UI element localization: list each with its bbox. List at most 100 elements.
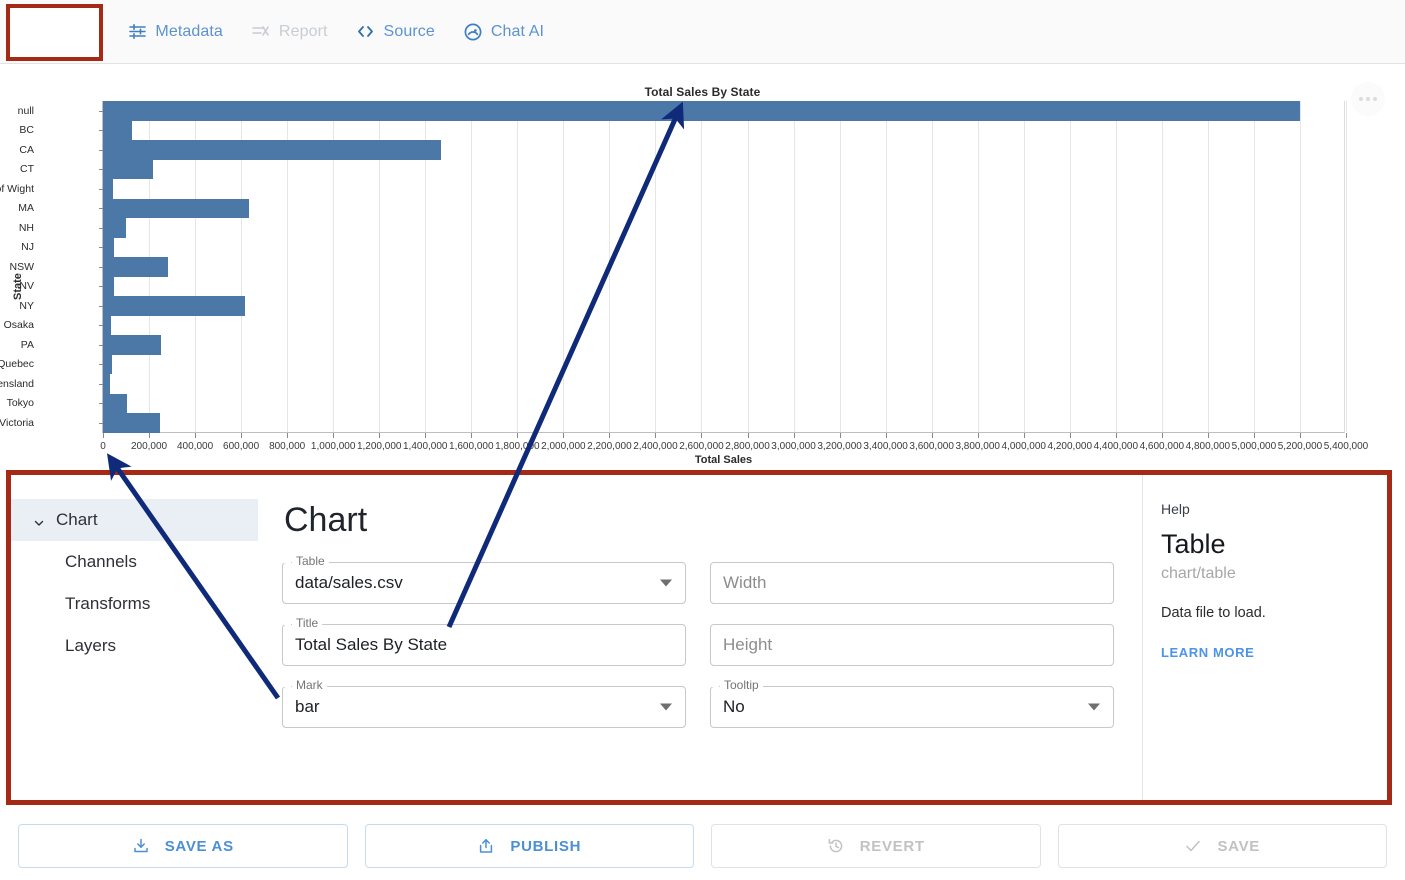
chevron-down-icon[interactable] bbox=[660, 579, 672, 587]
tab-metadata[interactable]: Metadata bbox=[114, 11, 236, 53]
chart-x-tick-label: 2,600,000 bbox=[679, 441, 724, 452]
metadata-icon bbox=[127, 22, 147, 42]
chart-gridline bbox=[655, 101, 657, 432]
upload-icon bbox=[477, 837, 495, 855]
chart-title: Total Sales By State bbox=[644, 85, 761, 99]
table-field[interactable]: Table data/sales.csv bbox=[282, 554, 686, 604]
chart-y-tick-label: CA bbox=[19, 143, 34, 156]
chart-x-tick-label: 200,000 bbox=[130, 441, 168, 452]
sidebar-item-layers-label: Layers bbox=[65, 636, 117, 655]
save-button[interactable]: SAVE bbox=[1057, 824, 1387, 868]
chart-bar bbox=[103, 198, 250, 219]
chart-y-tick-label: NSW bbox=[9, 260, 35, 273]
tab-chat-ai[interactable]: Chat AI bbox=[450, 11, 557, 53]
chart-bar bbox=[103, 296, 246, 316]
save-as-button[interactable]: SAVE AS bbox=[18, 824, 348, 868]
chart-y-tick-label: BC bbox=[19, 124, 34, 137]
chart-bar bbox=[103, 237, 115, 258]
publish-label: PUBLISH bbox=[510, 837, 582, 855]
chart-x-tick bbox=[563, 433, 565, 438]
title-field-value: Total Sales By State bbox=[295, 635, 448, 654]
revert-button[interactable]: REVERT bbox=[711, 824, 1041, 868]
chart-y-tick-label: Tokyo bbox=[6, 397, 34, 410]
chart-bar-fill bbox=[103, 257, 169, 277]
chart-x-tick bbox=[839, 433, 841, 438]
chart-canvas: Total Sales By State State 0 200,000 400,0… bbox=[0, 64, 1405, 470]
chart-bar-fill bbox=[103, 218, 127, 238]
chart-x-tick bbox=[1253, 433, 1255, 438]
chart-gridline bbox=[1115, 101, 1117, 432]
chart-x-tick-label: 4,600,000 bbox=[1139, 441, 1185, 452]
width-field-placeholder: Width bbox=[723, 573, 767, 592]
chart-x-tick-label: 0 bbox=[100, 441, 106, 452]
more-options-icon[interactable] bbox=[1351, 82, 1385, 116]
chart-y-tick bbox=[99, 403, 103, 405]
code-icon bbox=[356, 22, 376, 42]
chart-bar bbox=[103, 140, 442, 160]
check-icon bbox=[1184, 837, 1202, 855]
tooltip-field[interactable]: Tooltip No bbox=[710, 678, 1114, 728]
chevron-down-icon[interactable] bbox=[660, 703, 672, 711]
chart-bar-fill bbox=[103, 101, 1300, 121]
chart-x-tick-label: 4,200,000 bbox=[1047, 441, 1093, 452]
chart-x-tick-label: 2,400,000 bbox=[633, 441, 678, 452]
chart-x-tick-label: 2,000,000 bbox=[541, 441, 586, 452]
chart-y-tick-label: Osaka bbox=[3, 319, 34, 332]
chevron-down-icon[interactable] bbox=[1088, 703, 1100, 711]
chart-gridline bbox=[563, 101, 565, 432]
sidebar-item-layers[interactable]: Layers bbox=[11, 625, 258, 667]
tab-metadata-label: Metadata bbox=[155, 22, 223, 40]
tab-report[interactable]: Report bbox=[238, 11, 341, 53]
report-icon bbox=[251, 22, 271, 42]
chart-gridline bbox=[1346, 101, 1347, 432]
chart-gridline bbox=[517, 101, 519, 432]
chart-x-tick-label: 600,000 bbox=[223, 441, 260, 452]
chart-y-tick-label: MA bbox=[18, 202, 34, 215]
chart-y-tick bbox=[99, 325, 103, 327]
chart-x-tick bbox=[793, 433, 795, 438]
chart-y-tick bbox=[99, 110, 103, 112]
top-tab-bar: Editor Metadata bbox=[0, 0, 1405, 64]
sidebar-item-transforms[interactable]: Transforms bbox=[11, 583, 258, 625]
chart-gridline bbox=[931, 101, 933, 432]
chart-y-tick bbox=[99, 383, 103, 385]
title-field-label: Title bbox=[292, 616, 323, 630]
title-field[interactable]: Title Total Sales By State bbox=[282, 616, 686, 666]
learn-more-link[interactable]: LEARN MORE bbox=[1161, 645, 1375, 660]
chart-y-tick-label: NJ bbox=[21, 241, 34, 254]
action-bar: SAVE AS PUBLISH REVERT SAVE bbox=[0, 812, 1405, 880]
chart-bar-fill bbox=[103, 198, 250, 219]
chart-bar bbox=[103, 179, 114, 199]
chart-x-tick-label: 3,400,000 bbox=[863, 441, 908, 452]
chart-x-tick bbox=[1023, 433, 1025, 438]
sidebar-item-channels[interactable]: Channels bbox=[11, 541, 258, 583]
height-field[interactable]: Height bbox=[710, 624, 1114, 666]
width-field[interactable]: Width bbox=[710, 562, 1114, 604]
sidebar-item-chart[interactable]: Chart bbox=[11, 499, 258, 541]
tab-source[interactable]: Source bbox=[343, 11, 448, 53]
chart-y-tick bbox=[99, 266, 103, 268]
chart-x-tick-label: 4,800,000 bbox=[1185, 441, 1231, 452]
chart-x-tick bbox=[655, 433, 657, 438]
chart-x-tick-label: 4,400,000 bbox=[1093, 441, 1139, 452]
chart-bar bbox=[103, 276, 115, 297]
chart-y-tick bbox=[99, 422, 103, 424]
mark-field[interactable]: Mark bar bbox=[282, 678, 686, 728]
chart-y-tick-label: Isle of Wight bbox=[0, 182, 34, 195]
chart-bar-fill bbox=[103, 413, 161, 433]
chart-y-tick bbox=[99, 286, 103, 288]
save-as-label: SAVE AS bbox=[164, 837, 234, 855]
chart-x-tick-label: 4,000,000 bbox=[1001, 441, 1046, 452]
chart-y-tick bbox=[99, 208, 103, 210]
chart-x-tick bbox=[1069, 433, 1071, 438]
editor-panel: Chart Channels Transforms Layers Chart T… bbox=[6, 470, 1392, 805]
chart-bar-fill bbox=[103, 276, 115, 297]
help-subtitle: chart/table bbox=[1161, 565, 1236, 582]
chart-bar-fill bbox=[103, 140, 442, 160]
publish-button[interactable]: PUBLISH bbox=[364, 824, 694, 868]
help-panel: Help Table chart/table Data file to load… bbox=[1143, 475, 1391, 800]
chart-x-tick-label: 5,000,000 bbox=[1231, 441, 1277, 452]
chart-x-tick bbox=[1346, 433, 1347, 438]
tooltip-field-box bbox=[710, 686, 1114, 728]
chart-x-tick-label: 2,800,000 bbox=[725, 441, 770, 452]
